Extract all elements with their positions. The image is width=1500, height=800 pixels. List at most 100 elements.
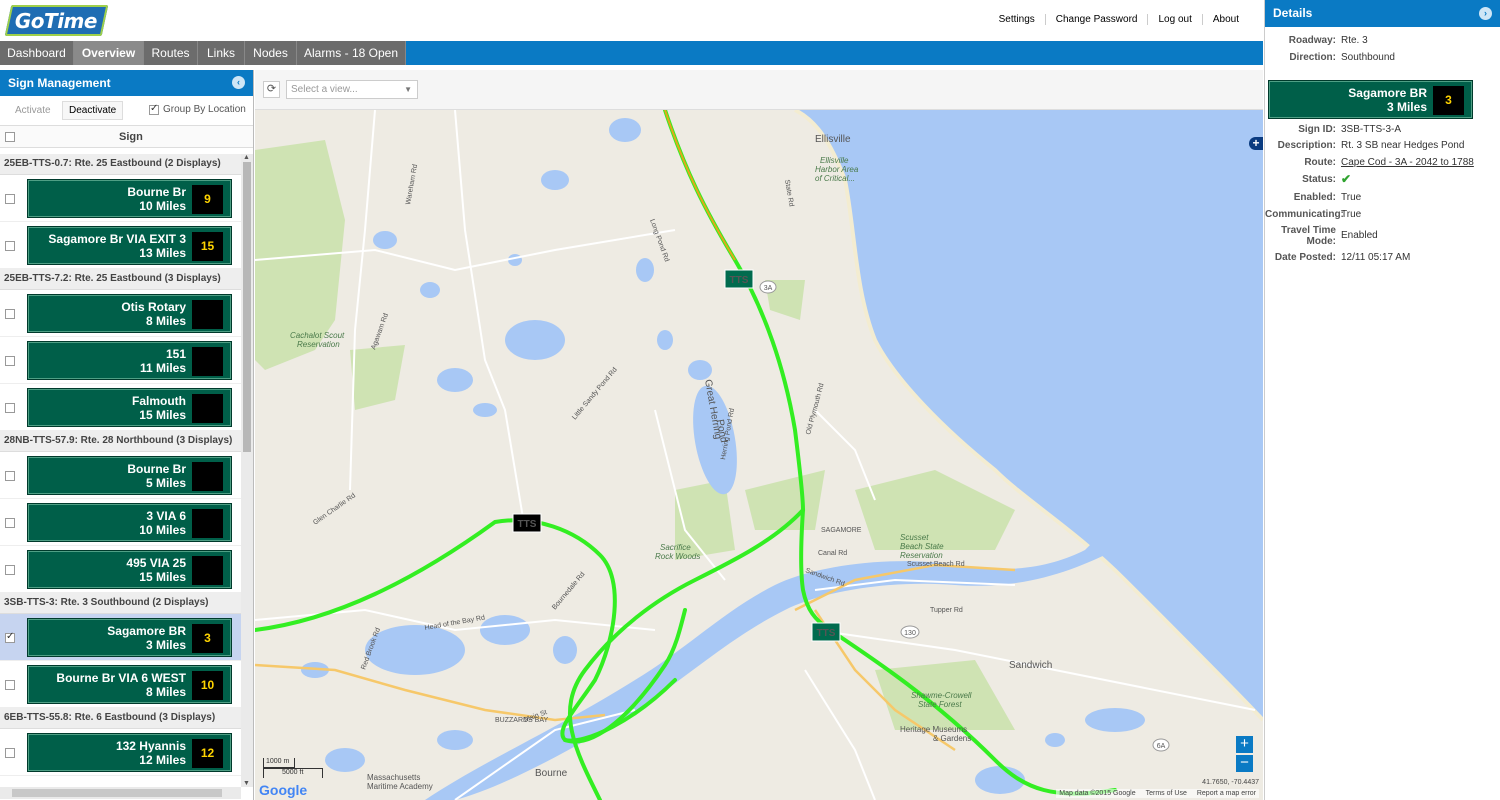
label-ellisville-harbor-3: of Critical... xyxy=(815,174,855,183)
sign-minutes: 15 xyxy=(192,232,223,261)
enabled-row: Enabled: True xyxy=(1293,192,1362,203)
activate-button[interactable]: Activate xyxy=(8,101,58,120)
sign-row[interactable]: 495 VIA 25 15 Miles xyxy=(0,546,241,593)
main-nav: Dashboard Overview Routes Links Nodes Al… xyxy=(0,41,1263,65)
sign-display[interactable]: 132 Hyannis 12 Miles 12 xyxy=(27,733,232,772)
svg-text:3A: 3A xyxy=(764,285,773,292)
sign-display[interactable]: Falmouth 15 Miles xyxy=(27,388,232,427)
scrollbar-thumb[interactable] xyxy=(243,162,251,452)
logout-link[interactable]: Log out xyxy=(1147,14,1201,25)
sign-display[interactable]: 3 VIA 6 10 Miles xyxy=(27,503,232,542)
sign-row-checkbox[interactable] xyxy=(5,680,15,690)
sign-minutes xyxy=(192,300,223,329)
sign-row[interactable]: 132 Hyannis 12 Miles 12 xyxy=(0,729,241,776)
tts-marker[interactable]: TTS xyxy=(724,269,754,289)
sign-row-checkbox[interactable] xyxy=(5,194,15,204)
label-ellisville: Ellisville xyxy=(815,134,851,145)
label-scusset-2: Beach State xyxy=(900,542,944,551)
label-cachalot: Cachalot Scout xyxy=(290,331,345,340)
sign-row-checkbox[interactable] xyxy=(5,748,15,758)
sign-display[interactable]: Sagamore BR 3 Miles 3 xyxy=(27,618,232,657)
select-all-checkbox[interactable] xyxy=(5,132,15,142)
sign-row[interactable]: Bourne Br 5 Miles xyxy=(0,452,241,499)
sign-row-checkbox[interactable] xyxy=(5,356,15,366)
traffic-map[interactable]: TTS TTS TTS 3A 130 6A Ellisville Ellisvi… xyxy=(255,110,1263,800)
tts-marker[interactable]: TTS xyxy=(811,622,841,642)
hscrollbar-thumb[interactable] xyxy=(12,789,222,797)
sign-list-scrollbar[interactable]: ▲ ▼ xyxy=(241,154,253,787)
sign-display[interactable]: Bourne Br 10 Miles 9 xyxy=(27,179,232,218)
label-heritage-2: & Gardens xyxy=(933,734,971,743)
sign-row[interactable]: Falmouth 15 Miles xyxy=(0,384,241,431)
view-select[interactable]: Select a view... ▼ xyxy=(286,80,418,99)
sign-list-hscrollbar[interactable] xyxy=(0,787,241,799)
tab-links[interactable]: Links xyxy=(198,41,245,65)
sign-row-checkbox[interactable] xyxy=(5,565,15,575)
refresh-icon[interactable]: ⟳ xyxy=(263,81,280,98)
label-heritage: Heritage Museums xyxy=(900,725,967,734)
tab-overview[interactable]: Overview xyxy=(74,41,144,65)
sign-group-header[interactable]: 25EB-TTS-7.2: Rte. 25 Eastbound (3 Displ… xyxy=(0,269,241,290)
panel-header: Sign Management ‹ xyxy=(0,70,253,96)
collapse-left-icon[interactable]: ‹ xyxy=(232,76,245,89)
collapse-right-icon[interactable]: › xyxy=(1479,7,1492,20)
zoom-in-button[interactable]: + xyxy=(1236,736,1253,753)
sign-id-row: Sign ID: 3SB-TTS-3-A xyxy=(1298,124,1402,135)
details-panel: Details › Roadway: Rte. 3 Direction: South… xyxy=(1264,0,1500,800)
sign-group-header[interactable]: 28NB-TTS-57.9: Rte. 28 Northbound (3 Dis… xyxy=(0,431,241,452)
scale-imperial: 5000 ft xyxy=(263,768,323,778)
route-link[interactable]: Cape Cod - 3A - 2042 to 1788 xyxy=(1341,157,1474,168)
sign-row-checkbox[interactable] xyxy=(5,518,15,528)
scroll-up-icon[interactable]: ▲ xyxy=(243,154,250,161)
sign-line-1: Sagamore BR xyxy=(107,624,186,638)
label-sacrifice-2: Rock Woods xyxy=(655,552,700,561)
sign-row[interactable]: 3 VIA 6 10 Miles xyxy=(0,499,241,546)
sign-row-checkbox[interactable] xyxy=(5,471,15,481)
sign-line-1: Otis Rotary xyxy=(121,300,186,314)
sign-group-header[interactable]: 3SB-TTS-3: Rte. 3 Southbound (2 Displays… xyxy=(0,593,241,614)
zoom-out-button[interactable]: − xyxy=(1236,755,1253,772)
sign-minutes: 9 xyxy=(192,185,223,214)
terms-of-use-link[interactable]: Terms of Use xyxy=(1146,790,1187,797)
scroll-down-icon[interactable]: ▼ xyxy=(243,780,250,787)
tab-alarms[interactable]: Alarms - 18 Open xyxy=(297,41,406,65)
sign-row[interactable]: Bourne Br VIA 6 WEST 8 Miles 10 xyxy=(0,661,241,708)
sign-row[interactable]: 151 11 Miles xyxy=(0,337,241,384)
tab-routes[interactable]: Routes xyxy=(144,41,198,65)
sign-row-checkbox[interactable] xyxy=(5,241,15,251)
expand-plus-icon[interactable]: + xyxy=(1249,137,1263,150)
sign-list: 25EB-TTS-0.7: Rte. 25 Eastbound (2 Displ… xyxy=(0,154,241,787)
deactivate-button[interactable]: Deactivate xyxy=(62,101,124,120)
sign-display[interactable]: 151 11 Miles xyxy=(27,341,232,380)
change-password-link[interactable]: Change Password xyxy=(1044,14,1148,25)
sign-group-header[interactable]: 25EB-TTS-0.7: Rte. 25 Eastbound (2 Displ… xyxy=(0,154,241,175)
group-by-location-checkbox[interactable] xyxy=(149,103,159,115)
sign-row-checkbox[interactable] xyxy=(5,631,15,643)
report-map-error-link[interactable]: Report a map error xyxy=(1197,790,1256,797)
sign-row[interactable]: Sagamore Br VIA EXIT 3 13 Miles 15 xyxy=(0,222,241,269)
gotime-logo[interactable]: GoTime xyxy=(4,5,109,36)
sign-row[interactable]: Otis Rotary 8 Miles xyxy=(0,290,241,337)
sign-display[interactable]: Otis Rotary 8 Miles xyxy=(27,294,232,333)
tab-nodes[interactable]: Nodes xyxy=(245,41,297,65)
group-by-location-toggle[interactable]: Group By Location xyxy=(149,103,246,115)
gotime-app: GoTime Settings Change Password Log out … xyxy=(0,0,1500,800)
sign-display[interactable]: 495 VIA 25 15 Miles xyxy=(27,550,232,589)
tab-dashboard[interactable]: Dashboard xyxy=(0,41,74,65)
sign-group-header[interactable]: 6EB-TTS-55.8: Rte. 6 Eastbound (3 Displa… xyxy=(0,708,241,729)
label-ellisville-harbor: Ellisville xyxy=(820,156,849,165)
sign-toolbar: Activate Deactivate Group By Location xyxy=(0,96,253,126)
settings-link[interactable]: Settings xyxy=(989,14,1045,25)
sign-display[interactable]: Sagamore Br VIA EXIT 3 13 Miles 15 xyxy=(27,226,232,265)
sign-display[interactable]: Bourne Br VIA 6 WEST 8 Miles 10 xyxy=(27,665,232,704)
sign-row-checkbox[interactable] xyxy=(5,403,15,413)
details-header: Details › xyxy=(1265,0,1500,27)
map-scale: 1000 m 5000 ft xyxy=(263,758,323,778)
sign-row[interactable]: Bourne Br 10 Miles 9 xyxy=(0,175,241,222)
about-link[interactable]: About xyxy=(1201,14,1249,25)
tts-marker[interactable]: TTS xyxy=(512,513,542,533)
direction-row: Direction: Southbound xyxy=(1289,52,1395,63)
sign-display[interactable]: Bourne Br 5 Miles xyxy=(27,456,232,495)
sign-row-checkbox[interactable] xyxy=(5,309,15,319)
sign-row[interactable]: Sagamore BR3 Miles 3 xyxy=(0,614,241,661)
